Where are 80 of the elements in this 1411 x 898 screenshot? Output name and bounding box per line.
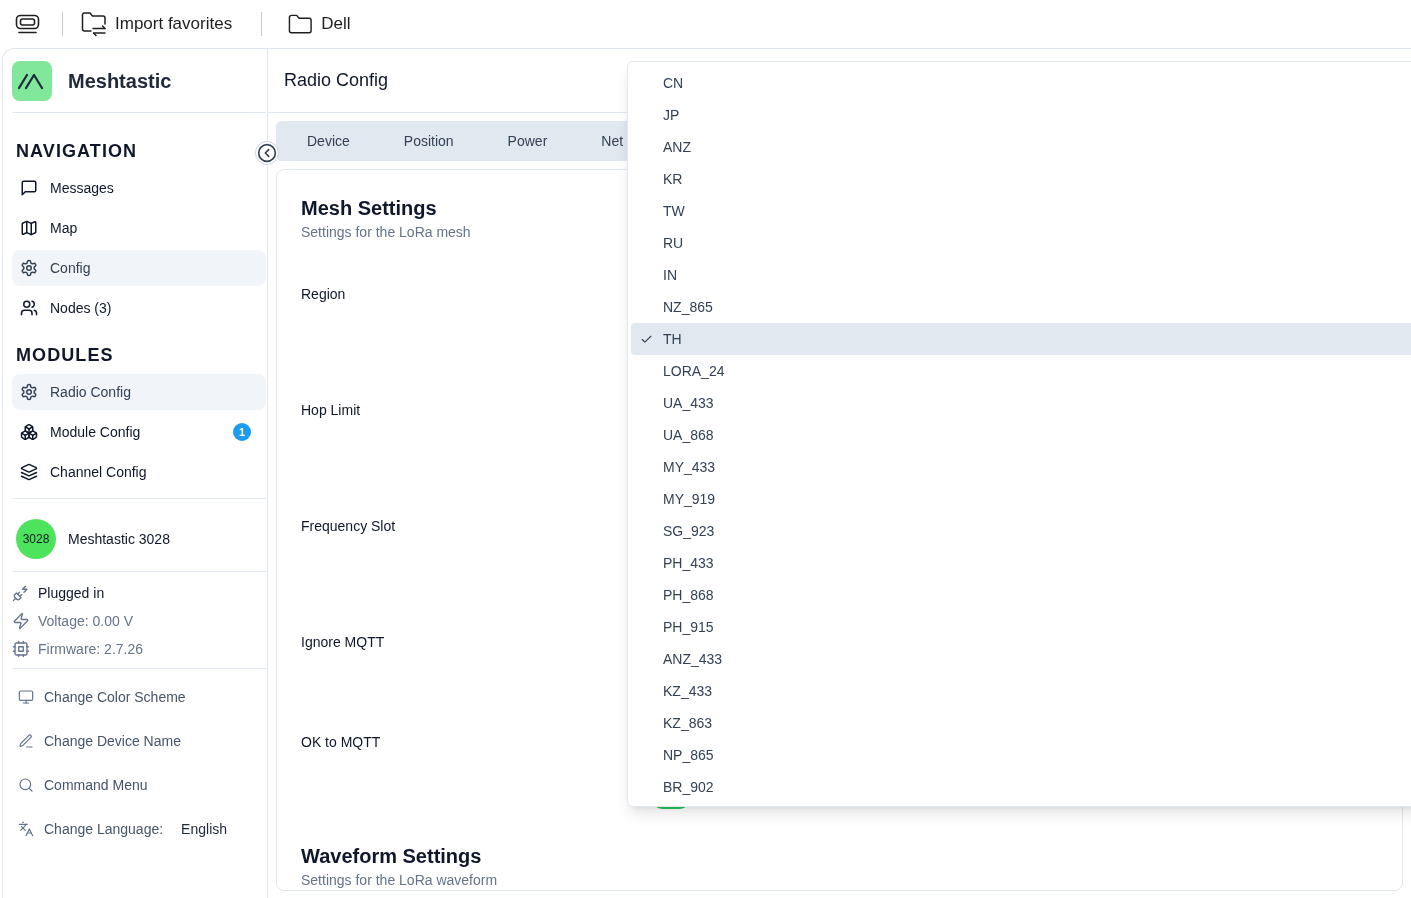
dropdown-option[interactable]: TH <box>631 323 1411 355</box>
dropdown-option[interactable]: MY_919 <box>631 483 1411 515</box>
app-name: Meshtastic <box>68 68 172 94</box>
field-label: Frequency Slot <box>301 518 396 534</box>
avatar: 3028 <box>16 519 56 559</box>
chevron-left-icon <box>257 143 277 163</box>
field-label: OK to MQTT <box>301 734 381 750</box>
status-text: Plugged in <box>38 583 105 603</box>
folder-icon <box>288 13 314 35</box>
dropdown-option[interactable]: KZ_863 <box>631 707 1411 739</box>
boxes-icon <box>20 423 38 441</box>
section-title: Waveform Settings <box>301 844 482 869</box>
dropdown-option[interactable]: CN <box>631 67 1411 99</box>
section-description: Settings for the LoRa mesh <box>301 223 471 242</box>
dropdown-option[interactable]: TW <box>631 195 1411 227</box>
count-badge: 1 <box>233 423 251 441</box>
sidebar-action[interactable]: Change Language: English <box>12 807 266 851</box>
page-title: Radio Config <box>284 69 389 92</box>
sidebar-item[interactable]: Messages <box>12 170 266 206</box>
message-icon <box>20 179 38 197</box>
tab[interactable]: Net <box>574 125 624 157</box>
dropdown-option[interactable]: PH_915 <box>631 611 1411 643</box>
dropdown-option[interactable]: KR <box>631 163 1411 195</box>
field-label: Ignore MQTT <box>301 634 385 650</box>
sidebar-action[interactable]: Change Device Name <box>12 719 266 763</box>
dropdown-option[interactable]: NZ_865 <box>631 291 1411 323</box>
section-description: Settings for the LoRa waveform <box>301 871 498 890</box>
dropdown-option[interactable]: ANZ_433 <box>631 643 1411 675</box>
settings-icon <box>20 383 38 401</box>
field-label: Hop Limit <box>301 402 361 418</box>
section-title: Mesh Settings <box>301 196 437 221</box>
favorite-item[interactable]: Import favorites <box>73 8 241 40</box>
sidebar-item[interactable]: Config <box>12 250 266 286</box>
dropdown-option[interactable]: KZ_433 <box>631 675 1411 707</box>
favorite-item[interactable]: Dell <box>280 8 359 40</box>
check-icon <box>640 333 653 346</box>
plug-icon <box>12 584 30 602</box>
sidebar-item[interactable]: Nodes (3) <box>12 290 266 326</box>
dropdown-option[interactable]: LORA_24 <box>631 355 1411 387</box>
status-text: Voltage: 0.00 V <box>38 611 133 631</box>
sidebar-action[interactable]: Change Color Scheme <box>12 675 266 719</box>
sidebar-item[interactable]: Module Config 1 <box>12 414 266 450</box>
dropdown-option[interactable]: NP_865 <box>631 739 1411 771</box>
dropdown-option[interactable]: JP <box>631 99 1411 131</box>
dropdown-option[interactable]: SG_923 <box>631 515 1411 547</box>
users-icon <box>20 299 38 317</box>
translate-icon <box>18 821 34 837</box>
dropdown-option[interactable]: UA_868 <box>631 419 1411 451</box>
status-text: Firmware: 2.7.26 <box>38 639 144 659</box>
logo-icon <box>12 60 52 101</box>
sidebar-item[interactable]: Map <box>12 210 266 246</box>
lightning-icon <box>12 612 30 630</box>
monitor-icon <box>18 689 34 705</box>
dropdown-option[interactable]: PH_868 <box>631 579 1411 611</box>
dropdown-option[interactable]: RU <box>631 227 1411 259</box>
dropdown-option[interactable]: ANZ <box>631 131 1411 163</box>
search-icon <box>18 777 34 793</box>
dropdown-option[interactable]: UA_433 <box>631 387 1411 419</box>
tab[interactable]: Device <box>280 125 377 157</box>
tab[interactable]: Power <box>480 125 575 157</box>
sidebar-action[interactable]: Command Menu <box>12 763 266 807</box>
settings-icon <box>20 259 38 277</box>
collapse-button[interactable] <box>255 141 279 165</box>
dropdown-option[interactable]: PH_433 <box>631 547 1411 579</box>
device-name: Meshtastic 3028 <box>68 529 170 549</box>
field-label: Region <box>301 286 346 302</box>
dropdown-option[interactable]: BR_902 <box>631 771 1411 803</box>
window-stack-icon <box>15 14 40 34</box>
tab[interactable]: Position <box>376 125 481 157</box>
sidebar-item[interactable]: Radio Config <box>12 374 266 410</box>
chip-icon <box>12 640 30 658</box>
section-heading: NAVIGATION <box>16 140 138 163</box>
dropdown-option[interactable]: MY_433 <box>631 451 1411 483</box>
section-heading: MODULES <box>16 344 114 367</box>
layers-icon <box>20 463 38 481</box>
map-icon <box>20 219 38 237</box>
dropdown-option[interactable]: IN <box>631 259 1411 291</box>
folder-arrows-icon <box>81 11 107 37</box>
sidebar-item[interactable]: Channel Config <box>12 454 266 490</box>
pencil-icon <box>18 733 34 749</box>
